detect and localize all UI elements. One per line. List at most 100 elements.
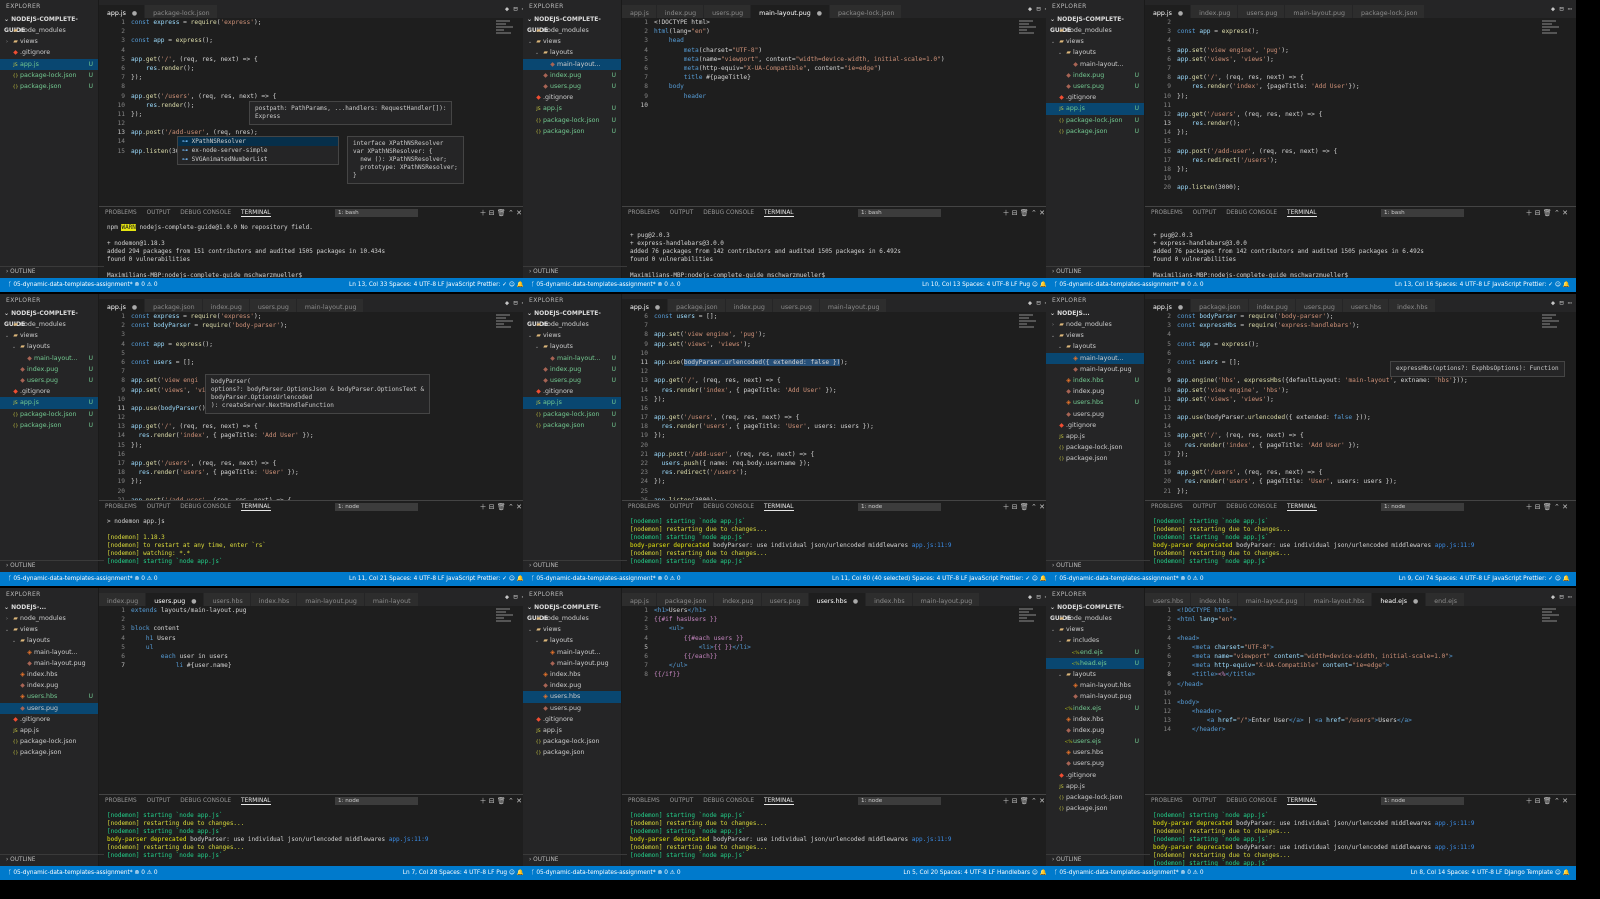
terminal-output[interactable]: [nodemon] starting `node app.js` [nodemon… — [1145, 513, 1576, 574]
code-line[interactable]: app.set('views', 'views'); — [1177, 395, 1536, 404]
code-line[interactable]: <meta charset="UTF-8"> — [1177, 643, 1536, 652]
chevron-down-icon[interactable]: ⌄ — [10, 342, 18, 352]
status-left[interactable]: ᚴ 05-dynamic-data-templates-assignment* … — [8, 866, 158, 880]
code-line[interactable]: <head> — [1177, 634, 1536, 643]
explorer-root-folder[interactable]: ⌄ NODEJS-COMPLETE-GUIDE — [523, 308, 621, 328]
editor-tab[interactable]: main-layout.pug — [1237, 593, 1306, 606]
panel-tab-output[interactable]: OUTPUT — [670, 504, 694, 510]
file-tree-item[interactable]: ◆ .gitignore — [523, 714, 621, 725]
file-tree-item[interactable]: {} package.json U — [0, 81, 98, 92]
minimap[interactable] — [496, 608, 516, 638]
panel-tab-debug-console[interactable]: DEBUG CONSOLE — [703, 798, 754, 804]
suggestion-widget[interactable]: ⊶ XPathNSResolver ⊶ ex-node-server-simple… — [177, 136, 339, 165]
code-line[interactable]: const app = express(); — [1177, 27, 1536, 36]
code-line[interactable]: app.post('/add-user', (req, res, next) =… — [1177, 147, 1536, 156]
code-line[interactable] — [1177, 624, 1536, 633]
file-tree-item[interactable]: ◈ index.hbs U — [1046, 375, 1144, 386]
panel-tab-problems[interactable]: PROBLEMS — [105, 504, 137, 510]
code-editor[interactable]: 2 3 4 5 6 7 8 9 10 11 12 13 14 15 16 17 18 19 20 const app… — [1145, 18, 1576, 206]
close-icon[interactable]: ✕ — [516, 209, 522, 217]
editor-tab[interactable]: index.pug — [714, 593, 762, 606]
code-line[interactable]: res.render(); — [131, 64, 490, 73]
editor-tab[interactable]: index.hbs — [866, 593, 913, 606]
panel-tab-problems[interactable]: PROBLEMS — [1151, 798, 1183, 804]
code-line[interactable]: <header> — [1177, 707, 1536, 716]
code-line[interactable] — [131, 615, 490, 624]
split-terminal-icon[interactable]: ⊟ — [1012, 797, 1018, 805]
code-line[interactable] — [654, 404, 1013, 413]
panel-tab-output[interactable]: OUTPUT — [147, 798, 171, 804]
panel-tab-output[interactable]: OUTPUT — [1193, 798, 1217, 804]
panel-tab-terminal[interactable]: TERMINAL — [1287, 210, 1317, 217]
terminal-select[interactable]: 1: bash — [858, 209, 941, 217]
code-line[interactable]: app.post('/add-user', (req, res, next) =… — [654, 450, 1013, 459]
code-lines[interactable]: const users = []; app.set('view engine',… — [654, 312, 1013, 500]
panel-tab-output[interactable]: OUTPUT — [1193, 210, 1217, 216]
split-terminal-icon[interactable]: ⊟ — [1535, 797, 1541, 805]
file-tree-item[interactable]: ◆ users.pug — [1046, 758, 1144, 769]
code-editor[interactable]: 1 2 3 4 5 6 7 8 9 10 <!DOCTYPE html> html(lang="en… — [622, 18, 1053, 206]
editor-tab[interactable]: users.pug — [772, 299, 820, 312]
file-tree-item[interactable]: {} package-lock.json U — [0, 409, 98, 420]
code-line[interactable]: meta(http-equiv="X-UA-Compatible", conte… — [654, 64, 1013, 73]
code-line[interactable]: app.use(bodyParser.urlencoded({ extended… — [654, 358, 1013, 367]
file-tree-item[interactable]: ◈ main-layout.hbs — [1046, 680, 1144, 691]
file-tree-item[interactable]: › ▰ node_modules — [0, 319, 98, 330]
editor-tab[interactable]: main-layout.hbs — [1305, 593, 1373, 606]
explorer-root-folder[interactable]: ⌄ NODEJS-COMPLETE-GUIDE — [523, 602, 621, 622]
editor-tab[interactable]: app.js ● — [1145, 5, 1192, 18]
split-terminal-icon[interactable]: ⊟ — [1535, 503, 1541, 511]
chevron-right-icon[interactable]: › — [1049, 320, 1057, 330]
code-line[interactable]: const bodyParser = require('body-parser'… — [1177, 312, 1536, 321]
code-line[interactable]: app.get('/users', (req, res, next) => { — [654, 413, 1013, 422]
terminal-output[interactable]: [nodemon] starting `node app.js` body-par… — [1145, 807, 1576, 868]
more-icon[interactable]: ⋯ — [1568, 5, 1572, 13]
panel-tab-problems[interactable]: PROBLEMS — [1151, 210, 1183, 216]
chevron-up-icon[interactable]: ⌃ — [1554, 797, 1560, 805]
file-tree-item[interactable]: <%head.ejs U — [1046, 657, 1144, 669]
file-tree-item[interactable]: › ▰ views — [0, 36, 98, 47]
editor-tab[interactable]: app.js ● — [1145, 299, 1192, 312]
code-line[interactable]: const expressHbs = require('express-hand… — [1177, 321, 1536, 330]
code-line[interactable]: const users = []; — [654, 312, 1013, 321]
chevron-right-icon[interactable]: › — [3, 37, 11, 47]
panel-tab-debug-console[interactable]: DEBUG CONSOLE — [1226, 210, 1277, 216]
split-editor-icon[interactable]: ⊟ — [513, 299, 517, 307]
code-line[interactable]: <title><%</title> — [1177, 670, 1536, 679]
terminal-select[interactable]: 1: node — [1381, 797, 1464, 805]
chevron-down-icon[interactable]: ⌄ — [1049, 37, 1057, 47]
code-line[interactable]: app.get('/', (req, res, next) => { — [1177, 73, 1536, 82]
more-icon[interactable]: ⋯ — [1568, 299, 1572, 307]
code-line[interactable] — [131, 413, 490, 422]
chevron-down-icon[interactable]: ⌄ — [1049, 331, 1057, 341]
chevron-right-icon[interactable]: › — [1049, 614, 1057, 624]
file-tree-item[interactable]: {} package-lock.json U — [523, 115, 621, 126]
code-line[interactable]: }); — [1177, 487, 1536, 496]
file-tree-item[interactable]: ◆ main-layout... U — [0, 353, 98, 364]
code-line[interactable]: <meta http-equiv="X-UA-Compatible" conte… — [1177, 661, 1536, 670]
editor-tab[interactable]: package-lock.json — [145, 5, 218, 18]
chevron-up-icon[interactable]: ⌃ — [1554, 503, 1560, 511]
code-line[interactable]: app.set('view engine', 'pug'); — [1177, 46, 1536, 55]
code-line[interactable]: res.render('index', { pageTitle: 'Add Us… — [1177, 441, 1536, 450]
split-editor-icon[interactable]: ⊟ — [1559, 299, 1563, 307]
git-compare-icon[interactable]: ◆ — [505, 299, 509, 307]
file-tree-item[interactable]: {} package.json — [1046, 453, 1144, 464]
chevron-up-icon[interactable]: ⌃ — [508, 797, 514, 805]
file-tree-item[interactable]: {} package.json — [523, 747, 621, 758]
editor-tab[interactable]: index.pug — [202, 299, 250, 312]
minimap[interactable] — [1542, 20, 1562, 50]
file-tree-item[interactable]: ◈ users.hbs — [1046, 747, 1144, 758]
status-right[interactable]: Ln 9, Col 74 Spaces: 4 UTF-8 LF JavaScri… — [1399, 572, 1570, 586]
status-left[interactable]: ᚴ 05-dynamic-data-templates-assignment* … — [1054, 278, 1204, 292]
status-left[interactable]: ᚴ 05-dynamic-data-templates-assignment* … — [531, 866, 681, 880]
git-compare-icon[interactable]: ◆ — [1028, 593, 1032, 601]
editor-tab[interactable]: main-layout.pug ● — [751, 5, 831, 18]
code-line[interactable] — [131, 46, 490, 55]
panel-tab-problems[interactable]: PROBLEMS — [628, 210, 660, 216]
status-left[interactable]: ᚴ 05-dynamic-data-templates-assignment* … — [1054, 572, 1204, 586]
panel-tab-terminal[interactable]: TERMINAL — [764, 798, 794, 805]
editor-tab[interactable]: index.pug — [1248, 299, 1296, 312]
chevron-down-icon[interactable]: ⌄ — [533, 636, 541, 646]
editor-tab[interactable]: app.js ● — [99, 5, 146, 18]
